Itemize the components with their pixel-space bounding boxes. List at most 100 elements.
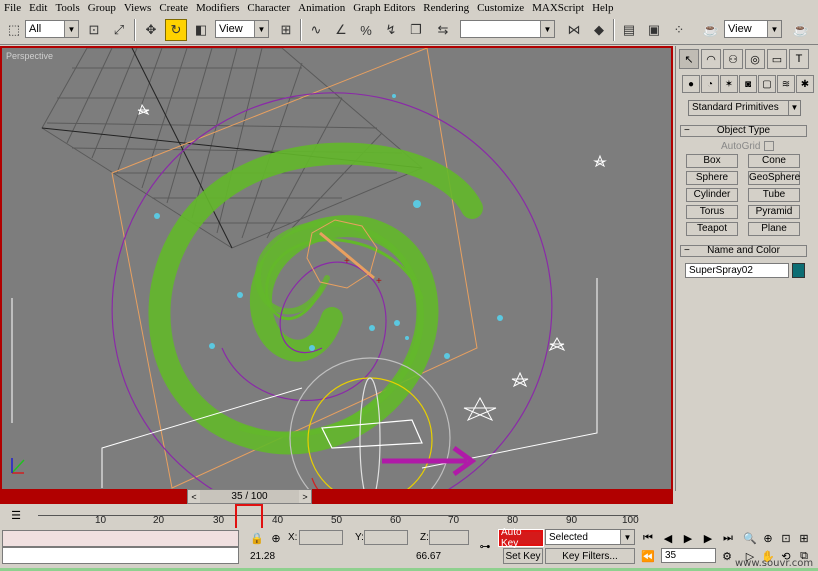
- menu-rendering[interactable]: Rendering: [419, 2, 473, 14]
- select-by-name-icon[interactable]: ⤢: [108, 19, 130, 41]
- go-to-start-icon[interactable]: ⏮: [640, 530, 656, 546]
- menu-graph-editors[interactable]: Graph Editors: [349, 2, 419, 14]
- mini-curve-editor-icon[interactable]: ☰: [8, 507, 24, 523]
- object-color-swatch[interactable]: [792, 263, 805, 278]
- modify-tab-icon[interactable]: ◠: [701, 49, 721, 69]
- named-selection-dropdown[interactable]: ▼: [460, 20, 555, 38]
- rotate-icon[interactable]: ↻: [165, 19, 187, 41]
- motion-tab-icon[interactable]: ◎: [745, 49, 765, 69]
- pivot-center-icon[interactable]: ⊞: [275, 19, 297, 41]
- menu-create[interactable]: Create: [155, 2, 192, 14]
- z-coordinate-field[interactable]: [429, 530, 469, 545]
- zoom-icon[interactable]: 🔍: [742, 530, 758, 546]
- percent-snap-icon[interactable]: %: [355, 19, 377, 41]
- zoom-all-icon[interactable]: ⊕: [760, 530, 776, 546]
- select-object-icon[interactable]: ⊡: [83, 19, 105, 41]
- menu-maxscript[interactable]: MAXScript: [528, 2, 588, 14]
- play-icon[interactable]: ▶: [680, 530, 696, 546]
- scale-icon[interactable]: ◧: [190, 19, 212, 41]
- pyramid-button[interactable]: Pyramid: [748, 205, 800, 219]
- torus-button[interactable]: Torus: [686, 205, 738, 219]
- menu-group[interactable]: Group: [84, 2, 120, 14]
- geosphere-button[interactable]: GeoSphere: [748, 171, 800, 185]
- prompt-line-field[interactable]: [2, 547, 239, 564]
- sphere-button[interactable]: Sphere: [686, 171, 738, 185]
- cameras-icon[interactable]: ◙: [739, 75, 757, 93]
- select-region-icon[interactable]: ⬚: [3, 19, 25, 41]
- category-dropdown[interactable]: Standard Primitives ▼: [688, 100, 801, 116]
- auto-key-button[interactable]: Auto Key: [498, 527, 544, 549]
- menu-animation[interactable]: Animation: [294, 2, 349, 14]
- box-button[interactable]: Box: [686, 154, 738, 168]
- trackbar[interactable]: ☰ 10 20 30 40 50 60 70 80 90 100: [0, 504, 640, 530]
- time-slider-prev-button[interactable]: <: [188, 492, 200, 502]
- name-color-rollout-header[interactable]: − Name and Color: [680, 245, 807, 257]
- key-mode-dropdown[interactable]: Selected ▼: [545, 529, 635, 545]
- y-coordinate-field[interactable]: [364, 530, 408, 545]
- curve-editor-icon[interactable]: ▣: [643, 19, 665, 41]
- menu-modifiers[interactable]: Modifiers: [192, 2, 243, 14]
- autogrid-checkbox[interactable]: [764, 141, 774, 151]
- systems-icon[interactable]: ✱: [796, 75, 814, 93]
- menu-character[interactable]: Character: [243, 2, 294, 14]
- menu-file[interactable]: File: [0, 2, 25, 14]
- space-warps-icon[interactable]: ≋: [777, 75, 795, 93]
- reference-coord-dropdown[interactable]: View ▼: [215, 20, 269, 38]
- perspective-viewport[interactable]: Perspective + +: [0, 46, 673, 491]
- object-name-field[interactable]: SuperSpray02: [685, 263, 789, 278]
- create-tab-icon[interactable]: ↖: [679, 49, 699, 69]
- key-mode-toggle-icon[interactable]: ⏪: [640, 548, 656, 564]
- angle-snap-icon[interactable]: ∠: [330, 19, 352, 41]
- shapes-icon[interactable]: ◔: [701, 75, 719, 93]
- menu-tools[interactable]: Tools: [51, 2, 83, 14]
- menu-help[interactable]: Help: [588, 2, 617, 14]
- render-view-dropdown[interactable]: View ▼: [724, 20, 782, 38]
- go-to-end-icon[interactable]: ⏭: [720, 530, 736, 546]
- key-filters-button[interactable]: Key Filters...: [545, 548, 635, 564]
- cone-button[interactable]: Cone: [748, 154, 800, 168]
- mirror-icon[interactable]: ⇆: [432, 19, 454, 41]
- object-type-rollout-header[interactable]: − Object Type: [680, 125, 807, 137]
- menu-customize[interactable]: Customize: [473, 2, 528, 14]
- set-key-icon[interactable]: ⊶: [475, 538, 495, 554]
- time-configuration-icon[interactable]: ⚙: [719, 548, 735, 564]
- move-icon[interactable]: ✥: [140, 19, 162, 41]
- tick-label: 90: [566, 515, 578, 526]
- hierarchy-tab-icon[interactable]: ⚇: [723, 49, 743, 69]
- edit-named-selection-icon[interactable]: ❐: [405, 19, 427, 41]
- teapot-button[interactable]: Teapot: [686, 222, 738, 236]
- quick-render-icon[interactable]: ☕: [790, 19, 812, 41]
- time-slider-next-button[interactable]: >: [299, 492, 311, 502]
- spinner-snap-icon[interactable]: ↯: [380, 19, 402, 41]
- layer-manager-icon[interactable]: ▤: [618, 19, 640, 41]
- render-scene-icon[interactable]: ☕: [700, 19, 722, 41]
- time-slider-value[interactable]: 35 / 100: [200, 490, 299, 503]
- previous-frame-icon[interactable]: ◀: [660, 530, 676, 546]
- align-icon[interactable]: ◆: [588, 19, 610, 41]
- display-tab-icon[interactable]: ▭: [767, 49, 787, 69]
- set-key-button[interactable]: Set Key: [503, 548, 543, 564]
- current-frame-field[interactable]: 35: [661, 548, 716, 563]
- material-editor-icon[interactable]: ⁘: [668, 19, 690, 41]
- next-frame-icon[interactable]: ▶: [700, 530, 716, 546]
- menu-edit[interactable]: Edit: [25, 2, 51, 14]
- maxscript-listener-field[interactable]: [2, 530, 239, 547]
- zoom-extents-all-icon[interactable]: ⊞: [796, 530, 812, 546]
- lights-icon[interactable]: ✶: [720, 75, 738, 93]
- menu-views[interactable]: Views: [120, 2, 155, 14]
- geometry-icon[interactable]: ●: [682, 75, 700, 93]
- helpers-icon[interactable]: ▢: [758, 75, 776, 93]
- plane-button[interactable]: Plane: [748, 222, 800, 236]
- tube-button[interactable]: Tube: [748, 188, 800, 202]
- current-frame-marker[interactable]: [235, 504, 263, 530]
- absolute-mode-icon[interactable]: ⊕: [268, 530, 284, 546]
- utilities-tab-icon[interactable]: T: [789, 49, 809, 69]
- lock-icon[interactable]: 🔒: [249, 530, 265, 546]
- time-slider[interactable]: < 35 / 100 >: [187, 489, 312, 504]
- zoom-extents-icon[interactable]: ⊡: [778, 530, 794, 546]
- snap-3d-icon[interactable]: ∿: [305, 19, 327, 41]
- selection-filter-dropdown[interactable]: All ▼: [25, 20, 79, 38]
- x-coordinate-field[interactable]: [299, 530, 343, 545]
- cylinder-button[interactable]: Cylinder: [686, 188, 738, 202]
- mirror-tool-icon[interactable]: ⋈: [563, 19, 585, 41]
